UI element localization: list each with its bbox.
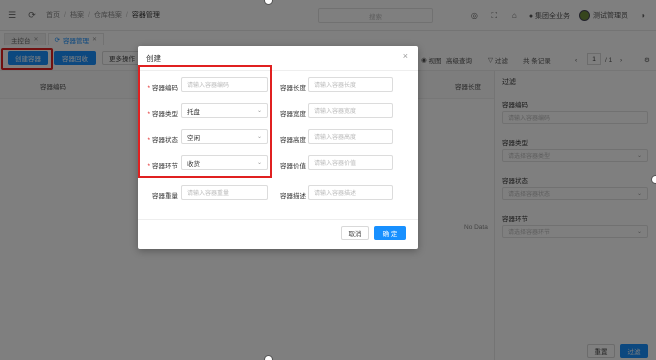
field-label-length: 容器长度 <box>266 82 306 92</box>
confirm-label: 确 定 <box>382 231 398 238</box>
field-label-height-text: 容器高度 <box>280 137 306 144</box>
container-height-placeholder: 请输入容器高度 <box>314 135 357 141</box>
container-value-placeholder: 请输入容器价值 <box>314 161 357 167</box>
container-width-input[interactable]: 请输入容器宽度 <box>308 103 393 118</box>
container-height-input[interactable]: 请输入容器高度 <box>308 129 393 144</box>
create-dialog: 创建 × * 容器编码 请输入容器编码 * 容器类型 托盘 ⌄ * 容器状态 空闲 ⌄… <box>138 46 418 249</box>
container-length-placeholder: 请输入容器长度 <box>314 83 357 89</box>
cancel-button[interactable]: 取消 <box>341 226 369 240</box>
field-label-weight: 容器重量 <box>138 190 178 200</box>
required-fields-highlight <box>138 65 272 178</box>
field-label-length-text: 容器长度 <box>280 85 306 92</box>
container-weight-input[interactable]: 请输入容器重量 <box>181 185 268 200</box>
dialog-footer-divider <box>138 219 418 220</box>
dialog-title: 创建 <box>146 54 161 63</box>
container-width-placeholder: 请输入容器宽度 <box>314 109 357 115</box>
confirm-button[interactable]: 确 定 <box>374 226 406 240</box>
cancel-label: 取消 <box>348 231 362 238</box>
field-label-width: 容器宽度 <box>266 108 306 118</box>
field-label-description: 容器描述 <box>266 190 306 200</box>
field-label-height: 容器高度 <box>266 134 306 144</box>
resize-handle-bottom[interactable] <box>264 355 273 360</box>
container-length-input[interactable]: 请输入容器长度 <box>308 77 393 92</box>
close-icon[interactable]: × <box>403 51 408 61</box>
container-description-placeholder: 请输入容器描述 <box>314 191 357 197</box>
container-description-input[interactable]: 请输入容器描述 <box>308 185 393 200</box>
field-label-description-text: 容器描述 <box>280 193 306 200</box>
field-label-width-text: 容器宽度 <box>280 111 306 118</box>
container-weight-placeholder: 请输入容器重量 <box>187 191 230 197</box>
field-label-value: 容器价值 <box>266 160 306 170</box>
field-label-value-text: 容器价值 <box>280 163 306 170</box>
field-label-weight-text: 容器重量 <box>152 193 178 200</box>
resize-handle-right[interactable] <box>651 175 656 184</box>
container-value-input[interactable]: 请输入容器价值 <box>308 155 393 170</box>
